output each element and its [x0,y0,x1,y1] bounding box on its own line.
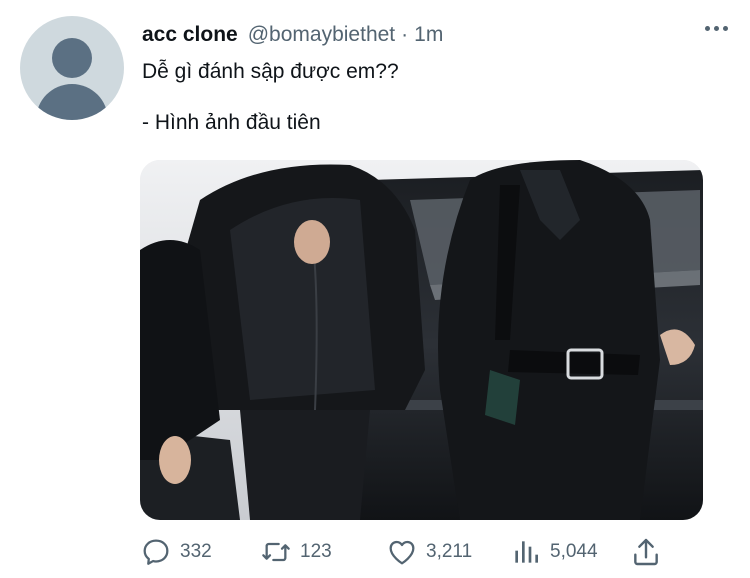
reply-icon [143,539,169,565]
views-button[interactable]: 5,044 [510,534,598,570]
avatar-body-shape [36,84,108,120]
tweet-actions: 332 123 3,211 5,044 [140,534,660,570]
share-button[interactable] [630,534,662,570]
separator-dot: · [401,23,409,46]
avatar[interactable] [20,16,124,120]
tweet-photo[interactable] [140,160,703,520]
like-count: 3,211 [426,541,473,562]
more-dot [705,26,710,31]
tweet-text-line-2: - Hình ảnh đầu tiên [142,111,321,134]
tweet-header: acc clone @bomaybiethet · 1m [142,22,443,48]
user-handle[interactable]: @bomaybiethet [248,23,395,47]
more-dot [714,26,719,31]
default-avatar-icon [52,38,92,78]
tweet-text-line-1: Dễ gì đánh sập được em?? [142,60,399,83]
views-bar-chart-icon [515,541,538,563]
retweet-button[interactable]: 123 [260,534,332,570]
reply-count: 332 [180,541,212,562]
display-name[interactable]: acc clone [142,23,238,47]
retweet-count: 123 [300,541,332,562]
more-dot [723,26,728,31]
retweet-icon [262,542,290,562]
share-icon [634,538,658,566]
timestamp[interactable]: 1m [414,23,443,47]
views-count: 5,044 [550,541,598,562]
heart-icon [389,540,415,565]
reply-button[interactable]: 332 [140,534,212,570]
more-horizontal-icon[interactable] [705,26,728,31]
like-button[interactable]: 3,211 [386,534,472,570]
photo-illustration [140,160,703,520]
